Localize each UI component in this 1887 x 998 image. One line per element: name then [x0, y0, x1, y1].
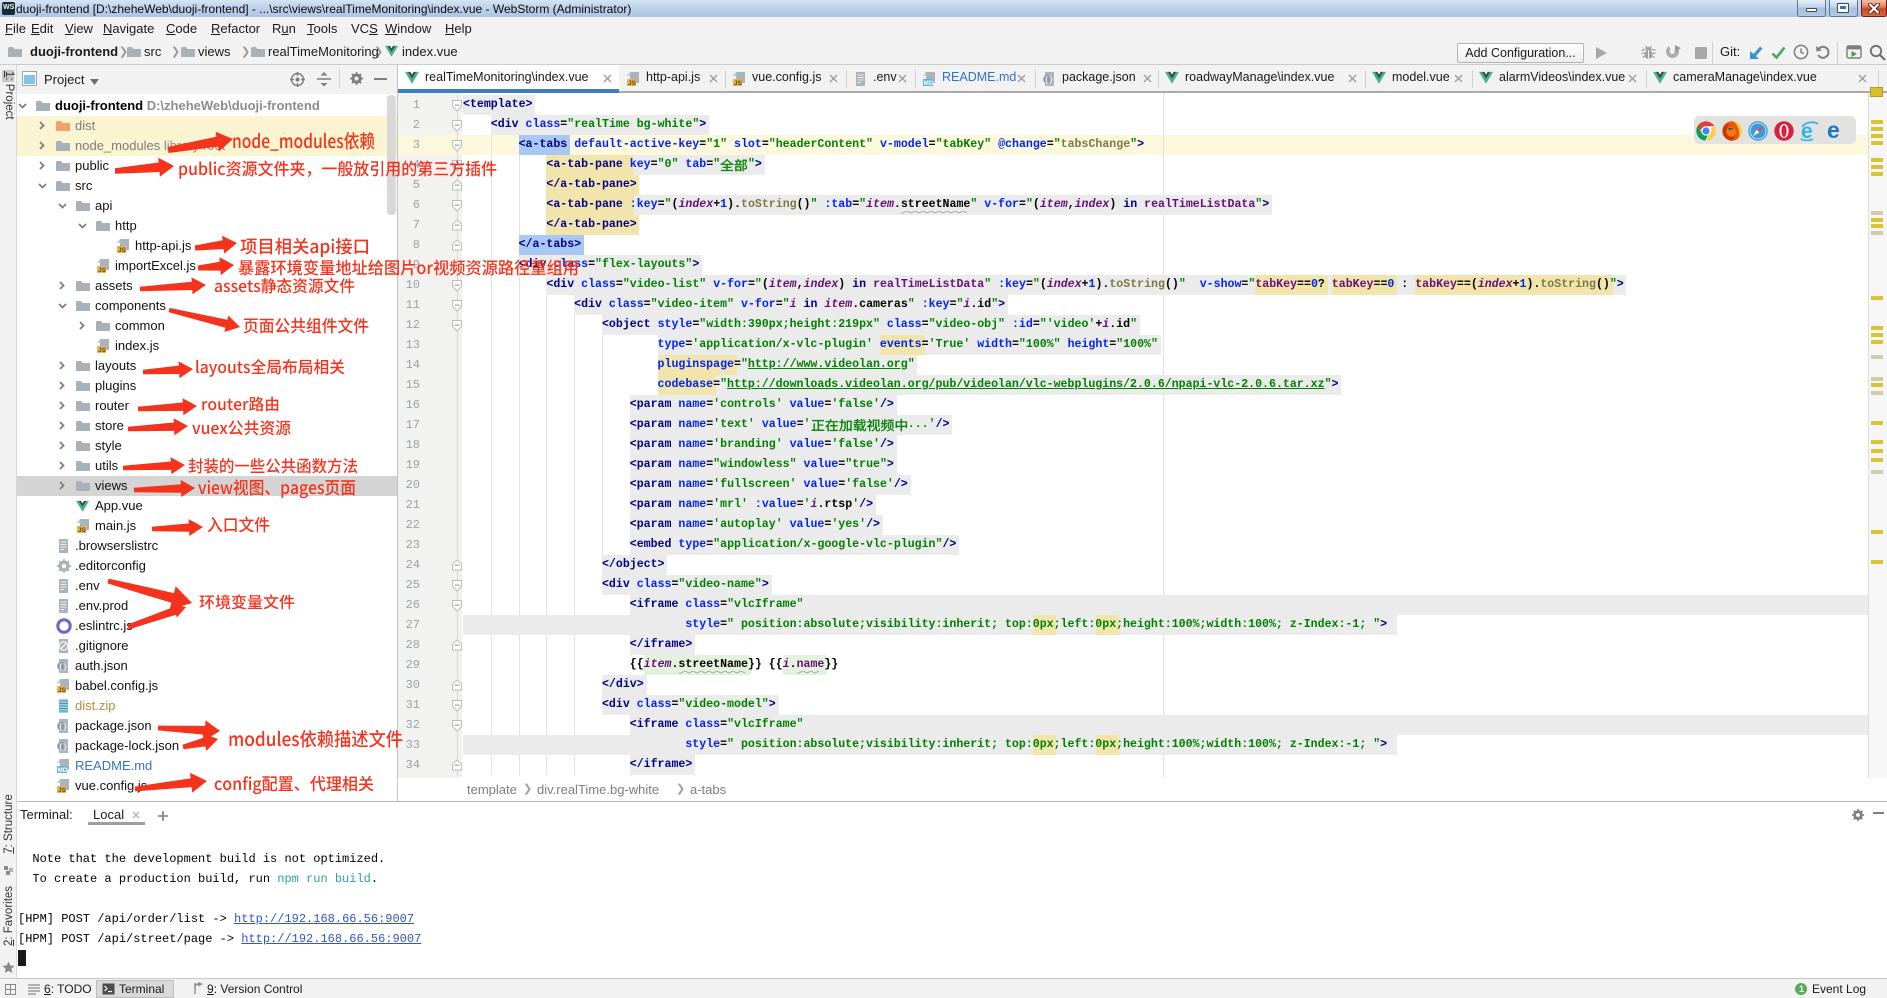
svg-text:{}: {}	[59, 724, 67, 732]
svg-text:e: e	[1827, 121, 1840, 141]
svg-text:JS: JS	[628, 80, 637, 87]
svg-text:MD: MD	[924, 80, 934, 87]
svg-text:MD: MD	[58, 767, 68, 774]
svg-text:{}: {}	[1045, 77, 1053, 85]
svg-text:JS: JS	[98, 347, 107, 354]
svg-text:JS: JS	[98, 267, 107, 274]
svg-text:JS: JS	[734, 80, 743, 87]
svg-text:JS: JS	[118, 247, 127, 254]
svg-text:JS: JS	[78, 527, 87, 534]
svg-text:JS: JS	[58, 787, 67, 794]
svg-text:{}: {}	[59, 744, 67, 752]
svg-text:{}: {}	[59, 664, 67, 672]
svg-text:JS: JS	[58, 687, 67, 694]
